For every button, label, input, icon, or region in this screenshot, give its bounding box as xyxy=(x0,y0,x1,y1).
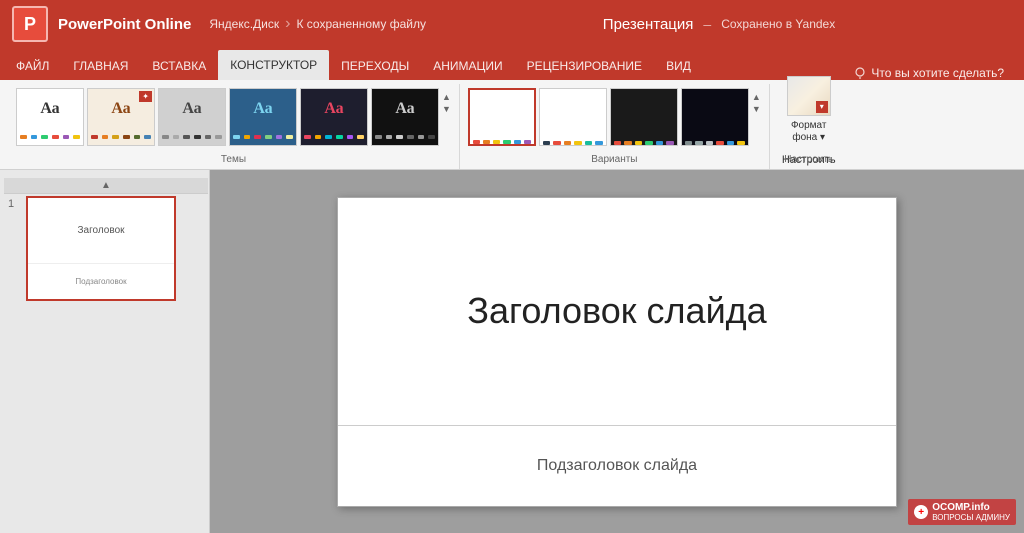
tab-insert[interactable]: ВСТАВКА xyxy=(140,52,218,80)
variant-3[interactable] xyxy=(610,88,678,146)
slides-panel: ▲ 1 Заголовок Подзаголовок xyxy=(0,170,210,533)
logo-text: P xyxy=(24,14,36,35)
tab-file[interactable]: ФАЙЛ xyxy=(4,52,61,80)
tab-view[interactable]: ВИД xyxy=(654,52,703,80)
variant-4[interactable] xyxy=(681,88,749,146)
ribbon-toolbar: Аа ✦ Аа Аа xyxy=(0,80,1024,170)
theme-office[interactable]: ✦ Аа xyxy=(87,88,155,146)
themes-group: Аа ✦ Аа Аа xyxy=(8,84,460,169)
theme-dark[interactable]: Аа xyxy=(300,88,368,146)
slide-subtitle: Подзаголовок слайда xyxy=(537,457,697,475)
variant-1[interactable] xyxy=(468,88,536,146)
ribbon-search-area[interactable]: Что вы хотите сделать? xyxy=(842,66,1016,80)
watermark-main-text: OCOMP.info xyxy=(932,502,1010,513)
variants-label: Варианты xyxy=(591,154,637,165)
watermark-sub-text: ВОПРОСЫ АДМИНУ xyxy=(932,513,1010,522)
watermark-icon: + xyxy=(914,505,928,519)
presentation-title: Презентация xyxy=(603,16,694,33)
format-bg-button[interactable]: ▾ Форматфона ▾ xyxy=(779,70,839,150)
variant-2[interactable] xyxy=(539,88,607,146)
variants-scroll[interactable]: ▲ ▼ xyxy=(752,88,761,114)
center-title-area: Презентация – Сохранено в Yandex xyxy=(426,16,1012,33)
main-area: ▲ 1 Заголовок Подзаголовок Заголовок сла… xyxy=(0,170,1024,533)
app-logo: P xyxy=(12,6,48,42)
tab-review[interactable]: РЕЦЕНЗИРОВАНИЕ xyxy=(515,52,654,80)
watermark: + OCOMP.info ВОПРОСЫ АДМИНУ xyxy=(908,499,1016,525)
file-path-link[interactable]: К сохраненному файлу xyxy=(296,17,426,31)
breadcrumb-sep1: › xyxy=(285,15,290,33)
themes-label: Темы xyxy=(221,154,246,165)
tab-design[interactable]: КОНСТРУКТОР xyxy=(218,50,329,80)
watermark-icon-text: + xyxy=(918,507,924,518)
theme-gray[interactable]: Аа xyxy=(158,88,226,146)
themes-scroll[interactable]: ▲ ▼ xyxy=(442,88,451,114)
theme-teal[interactable]: Аа xyxy=(229,88,297,146)
canvas-area: Заголовок слайда Подзаголовок слайда + O… xyxy=(210,170,1024,533)
tab-animations[interactable]: АНИМАЦИИ xyxy=(421,52,514,80)
slide-canvas: Заголовок слайда Подзаголовок слайда xyxy=(337,197,897,507)
slide-number-1: 1 xyxy=(8,196,22,210)
slide-title-area[interactable]: Заголовок слайда xyxy=(338,198,896,426)
app-name: PowerPoint Online xyxy=(58,16,191,33)
ribbon-tabs: ФАЙЛ ГЛАВНАЯ ВСТАВКА КОНСТРУКТОР ПЕРЕХОД… xyxy=(0,48,1024,80)
theme-default[interactable]: Аа xyxy=(16,88,84,146)
saved-status: Сохранено в Yandex xyxy=(721,17,835,31)
slide-thumbnail-1[interactable]: Заголовок Подзаголовок xyxy=(26,196,176,301)
tab-transitions[interactable]: ПЕРЕХОДЫ xyxy=(329,52,421,80)
format-group: ▾ Форматфона ▾ Настроить Настроить xyxy=(770,84,848,169)
watermark-text-area: OCOMP.info ВОПРОСЫ АДМИНУ xyxy=(932,502,1010,522)
ribbon-search-label: Что вы хотите сделать? xyxy=(871,66,1004,80)
title-bar: P PowerPoint Online Яндекс.Диск › К сохр… xyxy=(0,0,1024,48)
slide-subtitle-area[interactable]: Подзаголовок слайда xyxy=(338,426,896,506)
slide-item-1[interactable]: 1 Заголовок Подзаголовок xyxy=(4,194,205,303)
tab-home[interactable]: ГЛАВНАЯ xyxy=(61,52,140,80)
scroll-up-arrow[interactable]: ▲ xyxy=(4,178,208,194)
disk-link[interactable]: Яндекс.Диск xyxy=(209,17,279,31)
theme-black[interactable]: Аа xyxy=(371,88,439,146)
slide-title: Заголовок слайда xyxy=(467,290,766,332)
title-separator: – xyxy=(703,16,711,32)
variants-group: ▲ ▼ Варианты xyxy=(460,84,770,169)
format-bg-label: Форматфона ▾ xyxy=(791,120,827,144)
lightbulb-icon xyxy=(854,67,866,79)
format-label: Настроить xyxy=(784,154,833,165)
